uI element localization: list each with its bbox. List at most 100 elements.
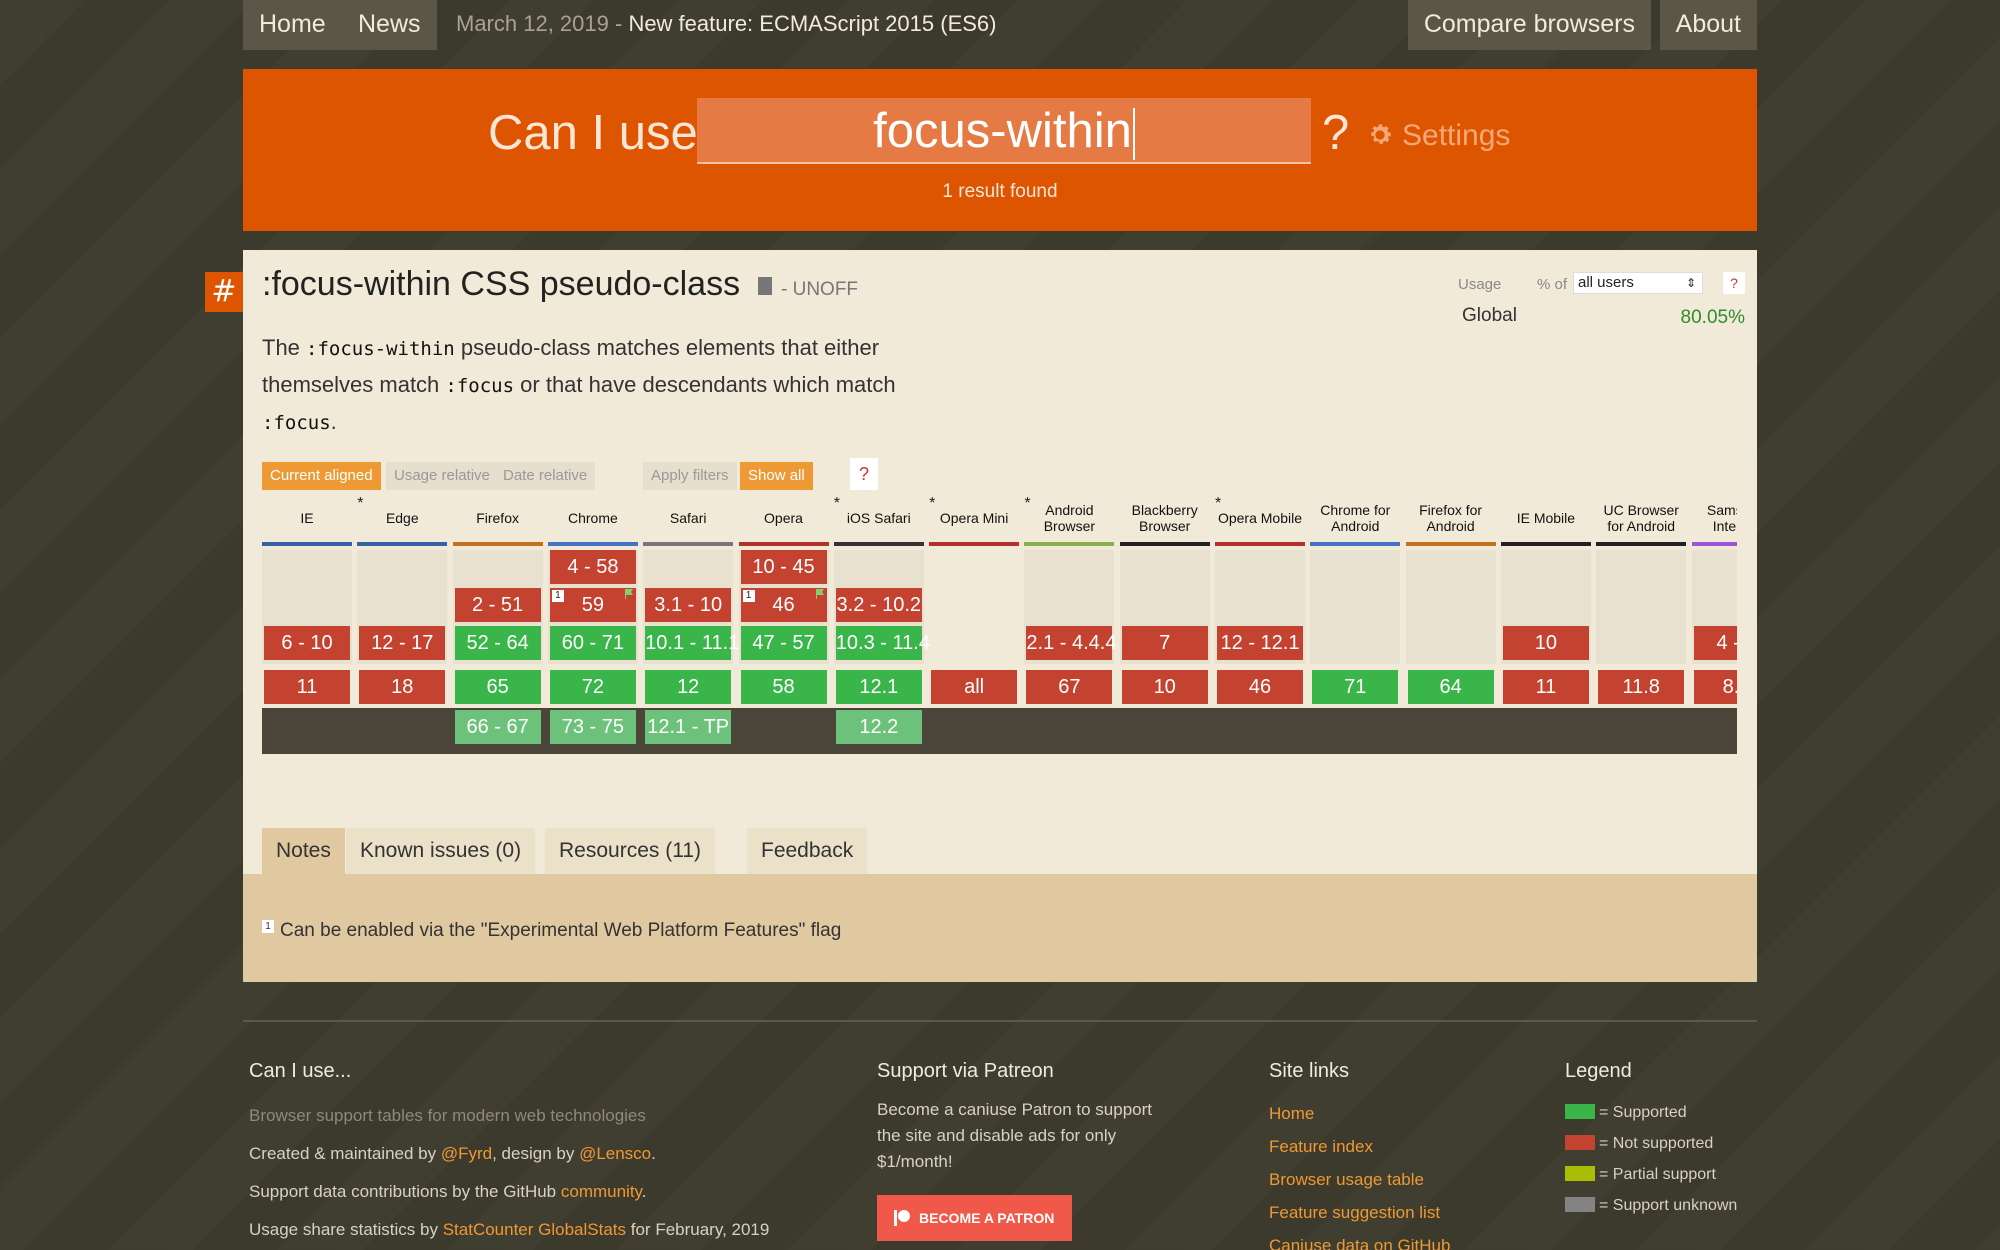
browser-color-bar — [1310, 542, 1401, 546]
version-cell[interactable]: 12 - 17 — [359, 626, 446, 660]
version-label: 58 — [772, 676, 795, 698]
version-cell[interactable]: 47 - 57 — [740, 626, 827, 660]
version-cell[interactable]: 67 — [1026, 670, 1113, 704]
tab-resources[interactable]: Resources (11) — [545, 828, 715, 874]
filter-usage-relative[interactable]: Usage relative — [386, 462, 498, 490]
news-headline-link[interactable]: New feature: ECMAScript 2015 (ES6) — [628, 11, 996, 36]
nav-news[interactable]: News — [342, 0, 437, 50]
version-cell[interactable]: 12.1 — [835, 670, 922, 704]
feature-title-text: :focus-within CSS pseudo-class — [262, 265, 741, 303]
legend-unknown: = Support unknown — [1565, 1190, 1737, 1221]
version-cell[interactable]: 58 — [740, 670, 827, 704]
version-cell[interactable]: 72 — [549, 670, 636, 704]
version-cell[interactable]: 3.2 - 10.2 — [835, 588, 922, 622]
note-marker: 1 — [742, 590, 755, 602]
filters-help-button[interactable]: ? — [850, 458, 878, 490]
footer-text: . — [651, 1144, 656, 1163]
version-cell[interactable]: 64 — [1407, 670, 1494, 704]
usage-label: Usage — [1458, 276, 1502, 293]
document-icon[interactable] — [757, 277, 772, 295]
browser-color-bar — [833, 542, 924, 546]
footer-link-feature-index[interactable]: Feature index — [1269, 1130, 1450, 1163]
version-label: 11.8 — [1622, 676, 1660, 698]
browser-color-bar — [1024, 542, 1115, 546]
version-cell[interactable]: 11.8 — [1598, 670, 1685, 704]
fyrd-link[interactable]: @Fyrd — [441, 1144, 492, 1163]
version-cell[interactable]: 12.2 — [835, 710, 922, 744]
version-cell[interactable]: 10.3 - 11.4 — [835, 626, 930, 660]
nav-home[interactable]: Home — [243, 0, 342, 50]
footer-link-home[interactable]: Home — [1269, 1097, 1450, 1130]
version-cell[interactable]: 11 — [264, 670, 350, 704]
version-cell[interactable]: 52 - 64 — [454, 626, 541, 660]
feature-permalink[interactable]: # — [205, 272, 243, 312]
version-cell[interactable]: 8.2 — [1693, 670, 1737, 704]
lensco-link[interactable]: @Lensco — [579, 1144, 651, 1163]
version-cell[interactable]: 60 - 71 — [549, 626, 636, 660]
legend-label: = Partial support — [1599, 1166, 1716, 1183]
version-label: 12.2 — [859, 716, 899, 738]
browser-name: Firefox for Android — [1419, 502, 1483, 534]
nav-compare-browsers[interactable]: Compare browsers — [1407, 0, 1651, 50]
footer-about-title: Can I use... — [249, 1060, 352, 1082]
search-input[interactable]: focus-within — [697, 98, 1311, 164]
nav-about[interactable]: About — [1659, 0, 1757, 50]
become-patron-button[interactable]: BECOME A PATRON — [877, 1195, 1072, 1241]
filter-date-relative[interactable]: Date relative — [495, 462, 596, 490]
version-cell[interactable]: 59 1 — [549, 588, 636, 622]
footer-link-suggestions[interactable]: Feature suggestion list — [1269, 1196, 1450, 1229]
version-cell[interactable]: 6 - 10 — [264, 626, 350, 660]
version-cell[interactable]: 10 — [1121, 670, 1208, 704]
usage-user-select[interactable]: all users ⇕ — [1573, 272, 1703, 294]
tab-feedback[interactable]: Feedback — [747, 828, 868, 874]
version-cell[interactable]: 46 1 — [740, 588, 827, 622]
legend-swatch — [1565, 1135, 1595, 1150]
version-cell[interactable]: 4 - 7 — [1693, 626, 1737, 660]
news-ticker: March 12, 2019 - New feature: ECMAScript… — [456, 0, 996, 50]
version-cell[interactable]: 71 — [1312, 670, 1399, 704]
version-cell[interactable]: 65 — [454, 670, 541, 704]
filter-show-all[interactable]: Show all — [740, 462, 813, 490]
version-cell[interactable]: 12 - 12.1 — [1217, 626, 1303, 660]
tab-notes[interactable]: Notes — [262, 828, 345, 874]
gear-icon — [1371, 124, 1391, 144]
version-cell[interactable]: 2.1 - 4.4.4 — [1026, 626, 1116, 660]
version-cell[interactable]: 11 — [1502, 670, 1589, 704]
usage-help-button[interactable]: ? — [1723, 272, 1745, 294]
community-link[interactable]: community — [561, 1182, 642, 1201]
version-label: all — [964, 676, 985, 698]
version-cell[interactable]: 18 — [359, 670, 446, 704]
settings-label: Settings — [1402, 119, 1511, 152]
version-cell[interactable]: 66 - 67 — [454, 710, 541, 744]
filter-current-aligned[interactable]: Current aligned — [262, 462, 381, 490]
version-cell[interactable]: 4 - 58 — [549, 550, 636, 584]
version-label: 10 — [1153, 676, 1176, 698]
version-cell[interactable]: 3.1 - 10 — [645, 588, 732, 622]
footer-link-usage-table[interactable]: Browser usage table — [1269, 1163, 1450, 1196]
version-label: 4 - 7 — [1716, 632, 1737, 654]
version-cell[interactable]: 10 - 45 — [740, 550, 827, 584]
statcounter-link[interactable]: StatCounter GlobalStats — [443, 1220, 626, 1239]
version-cell[interactable]: 12 — [645, 670, 732, 704]
version-label: 72 — [581, 676, 605, 698]
browser-column: Opera Mini * all — [929, 495, 1020, 704]
search-label: Can I use — [488, 106, 698, 160]
search-qmark: ? — [1322, 106, 1350, 160]
browser-name: Opera — [764, 510, 803, 526]
version-cell[interactable]: 46 — [1217, 670, 1303, 704]
version-label: 11 — [296, 676, 318, 698]
settings-button[interactable]: Settings — [1366, 119, 1510, 153]
version-cell[interactable]: 7 — [1121, 626, 1208, 660]
version-cell[interactable]: 12.1 - TP — [645, 710, 732, 744]
browser-name: Blackberry Browser — [1131, 502, 1198, 534]
legend-swatch — [1565, 1104, 1595, 1119]
feature-panel: :focus-within CSS pseudo-class - UNOFF T… — [243, 250, 1757, 982]
version-cell[interactable]: 10 — [1502, 626, 1589, 660]
footer-link-github[interactable]: Caniuse data on GitHub — [1269, 1229, 1450, 1250]
tab-known-issues[interactable]: Known issues (0) — [346, 828, 536, 874]
version-cell[interactable]: 2 - 51 — [454, 588, 541, 622]
version-cell[interactable]: 10.1 - 11.1 — [645, 626, 739, 660]
filter-apply-filters[interactable]: Apply filters — [643, 462, 737, 490]
version-cell[interactable]: 73 - 75 — [549, 710, 636, 744]
version-cell[interactable]: all — [931, 670, 1018, 704]
